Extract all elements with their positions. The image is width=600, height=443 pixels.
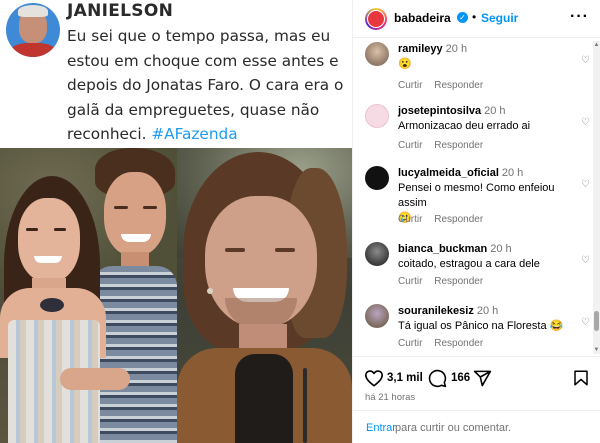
reply-button[interactable]: Responder [434, 276, 483, 287]
commenter-username[interactable]: lucyalmeida_oficial [398, 167, 499, 179]
more-options-icon[interactable]: ··· [570, 8, 589, 26]
tweet-text: Eu sei que o tempo passa, mas eu estou e… [67, 24, 351, 147]
comment-time: 20 h [484, 105, 506, 117]
comment-time: 20 h [445, 43, 468, 55]
scroll-thumb[interactable] [594, 311, 599, 331]
tweet-screenshot: JANIELSON Eu sei que o tempo passa, mas … [0, 0, 352, 148]
reply-button[interactable]: Responder [434, 80, 483, 91]
comments-panel: babadeira ✓ • Seguir ··· ramileyy 20 h 😮 … [352, 0, 600, 443]
comment-time: 20 h [476, 305, 499, 317]
reply-button[interactable]: Responder [434, 140, 483, 151]
account-username[interactable]: babadeira [394, 11, 451, 25]
comment-emoji: 😂 [549, 320, 564, 332]
commenter-username[interactable]: bianca_buckman [398, 243, 487, 255]
comment-actions: Curtir Responder [398, 140, 492, 151]
commenter-avatar[interactable] [365, 42, 389, 66]
comment-text: Pensei o mesmo! Como enfeiou assim [398, 182, 555, 209]
login-prompt: Entrar para curtir ou comentar. [353, 410, 600, 443]
post-header: babadeira ✓ • Seguir ··· [353, 0, 600, 38]
reply-button[interactable]: Responder [434, 338, 483, 349]
likes-count[interactable]: 3,1 mil [387, 372, 423, 384]
comment-text: coitado, estragou a cara dele [398, 258, 540, 270]
post-media: JANIELSON Eu sei que o tempo passa, mas … [0, 0, 352, 443]
reply-button[interactable]: Responder [434, 214, 483, 225]
comment-text: Tá igual os Pânico na Floresta [398, 320, 547, 332]
comment-body: josetepintosilva 20 h Armonizacao deu err… [398, 104, 583, 134]
comment-list: ramileyy 20 h 😮 Curtir Responder ♡ josete… [353, 38, 600, 356]
comment-time: 20 h [501, 167, 524, 179]
post-timestamp: há 21 horas [365, 392, 416, 403]
comment-heart-icon[interactable]: ♡ [581, 118, 591, 128]
scroll-down-icon[interactable]: ▼ [593, 346, 600, 354]
comment-heart-icon[interactable]: ♡ [581, 318, 591, 328]
comment-heart-icon[interactable]: ♡ [581, 56, 591, 66]
account-avatar[interactable] [365, 8, 387, 30]
commenter-avatar[interactable] [365, 104, 389, 128]
commenter-username[interactable]: souranilekesiz [398, 305, 474, 317]
after-photo [177, 148, 352, 443]
before-photo [0, 148, 177, 443]
like-comment-button[interactable]: Curtir [398, 276, 422, 287]
comment-actions: Curtir Responder [398, 338, 492, 349]
comments-scrollbar[interactable]: ▲ ▼ [593, 41, 600, 354]
like-comment-button[interactable]: Curtir [398, 140, 422, 151]
comment-actions: Curtir Responder [398, 80, 492, 91]
like-comment-button[interactable]: Curtir [398, 214, 422, 225]
commenter-avatar[interactable] [365, 304, 389, 328]
comment-heart-icon[interactable]: ♡ [581, 180, 591, 190]
tweet-author-avatar [6, 3, 60, 57]
bookmark-icon[interactable] [573, 369, 589, 387]
comment-heart-icon[interactable]: ♡ [581, 256, 591, 266]
comment-body: ramileyy 20 h 😮 [398, 42, 583, 72]
tweet-author-name: JANIELSON [67, 1, 174, 21]
commenter-avatar[interactable] [365, 242, 389, 266]
comment-actions: Curtir Responder [398, 276, 492, 287]
commenter-avatar[interactable] [365, 166, 389, 190]
commenter-username[interactable]: ramileyy [398, 43, 443, 55]
like-comment-button[interactable]: Curtir [398, 338, 422, 349]
login-prompt-text: para curtir ou comentar. [395, 422, 512, 434]
verified-badge-icon: ✓ [457, 12, 468, 23]
header-separator: • [472, 10, 477, 24]
login-link[interactable]: Entrar [366, 422, 396, 434]
follow-button[interactable]: Seguir [481, 11, 518, 25]
comment-time: 20 h [490, 243, 512, 255]
comment-icon[interactable] [428, 369, 447, 388]
scroll-up-icon[interactable]: ▲ [593, 41, 600, 49]
comments-count[interactable]: 166 [451, 372, 470, 384]
tweet-hashtag: #AFazenda [151, 125, 238, 143]
comment-emoji: 😮 [398, 58, 412, 70]
share-icon[interactable] [473, 369, 492, 388]
comment-body: bianca_buckman 20 h coitado, estragou a c… [398, 242, 583, 272]
heart-icon[interactable] [364, 369, 384, 387]
like-comment-button[interactable]: Curtir [398, 80, 422, 91]
comment-actions: Curtir Responder [398, 214, 492, 225]
comment-body: souranilekesiz 20 h Tá igual os Pânico na… [398, 304, 583, 334]
comment-text: Armonizacao deu errado ai [398, 120, 531, 132]
commenter-username[interactable]: josetepintosilva [398, 105, 481, 117]
